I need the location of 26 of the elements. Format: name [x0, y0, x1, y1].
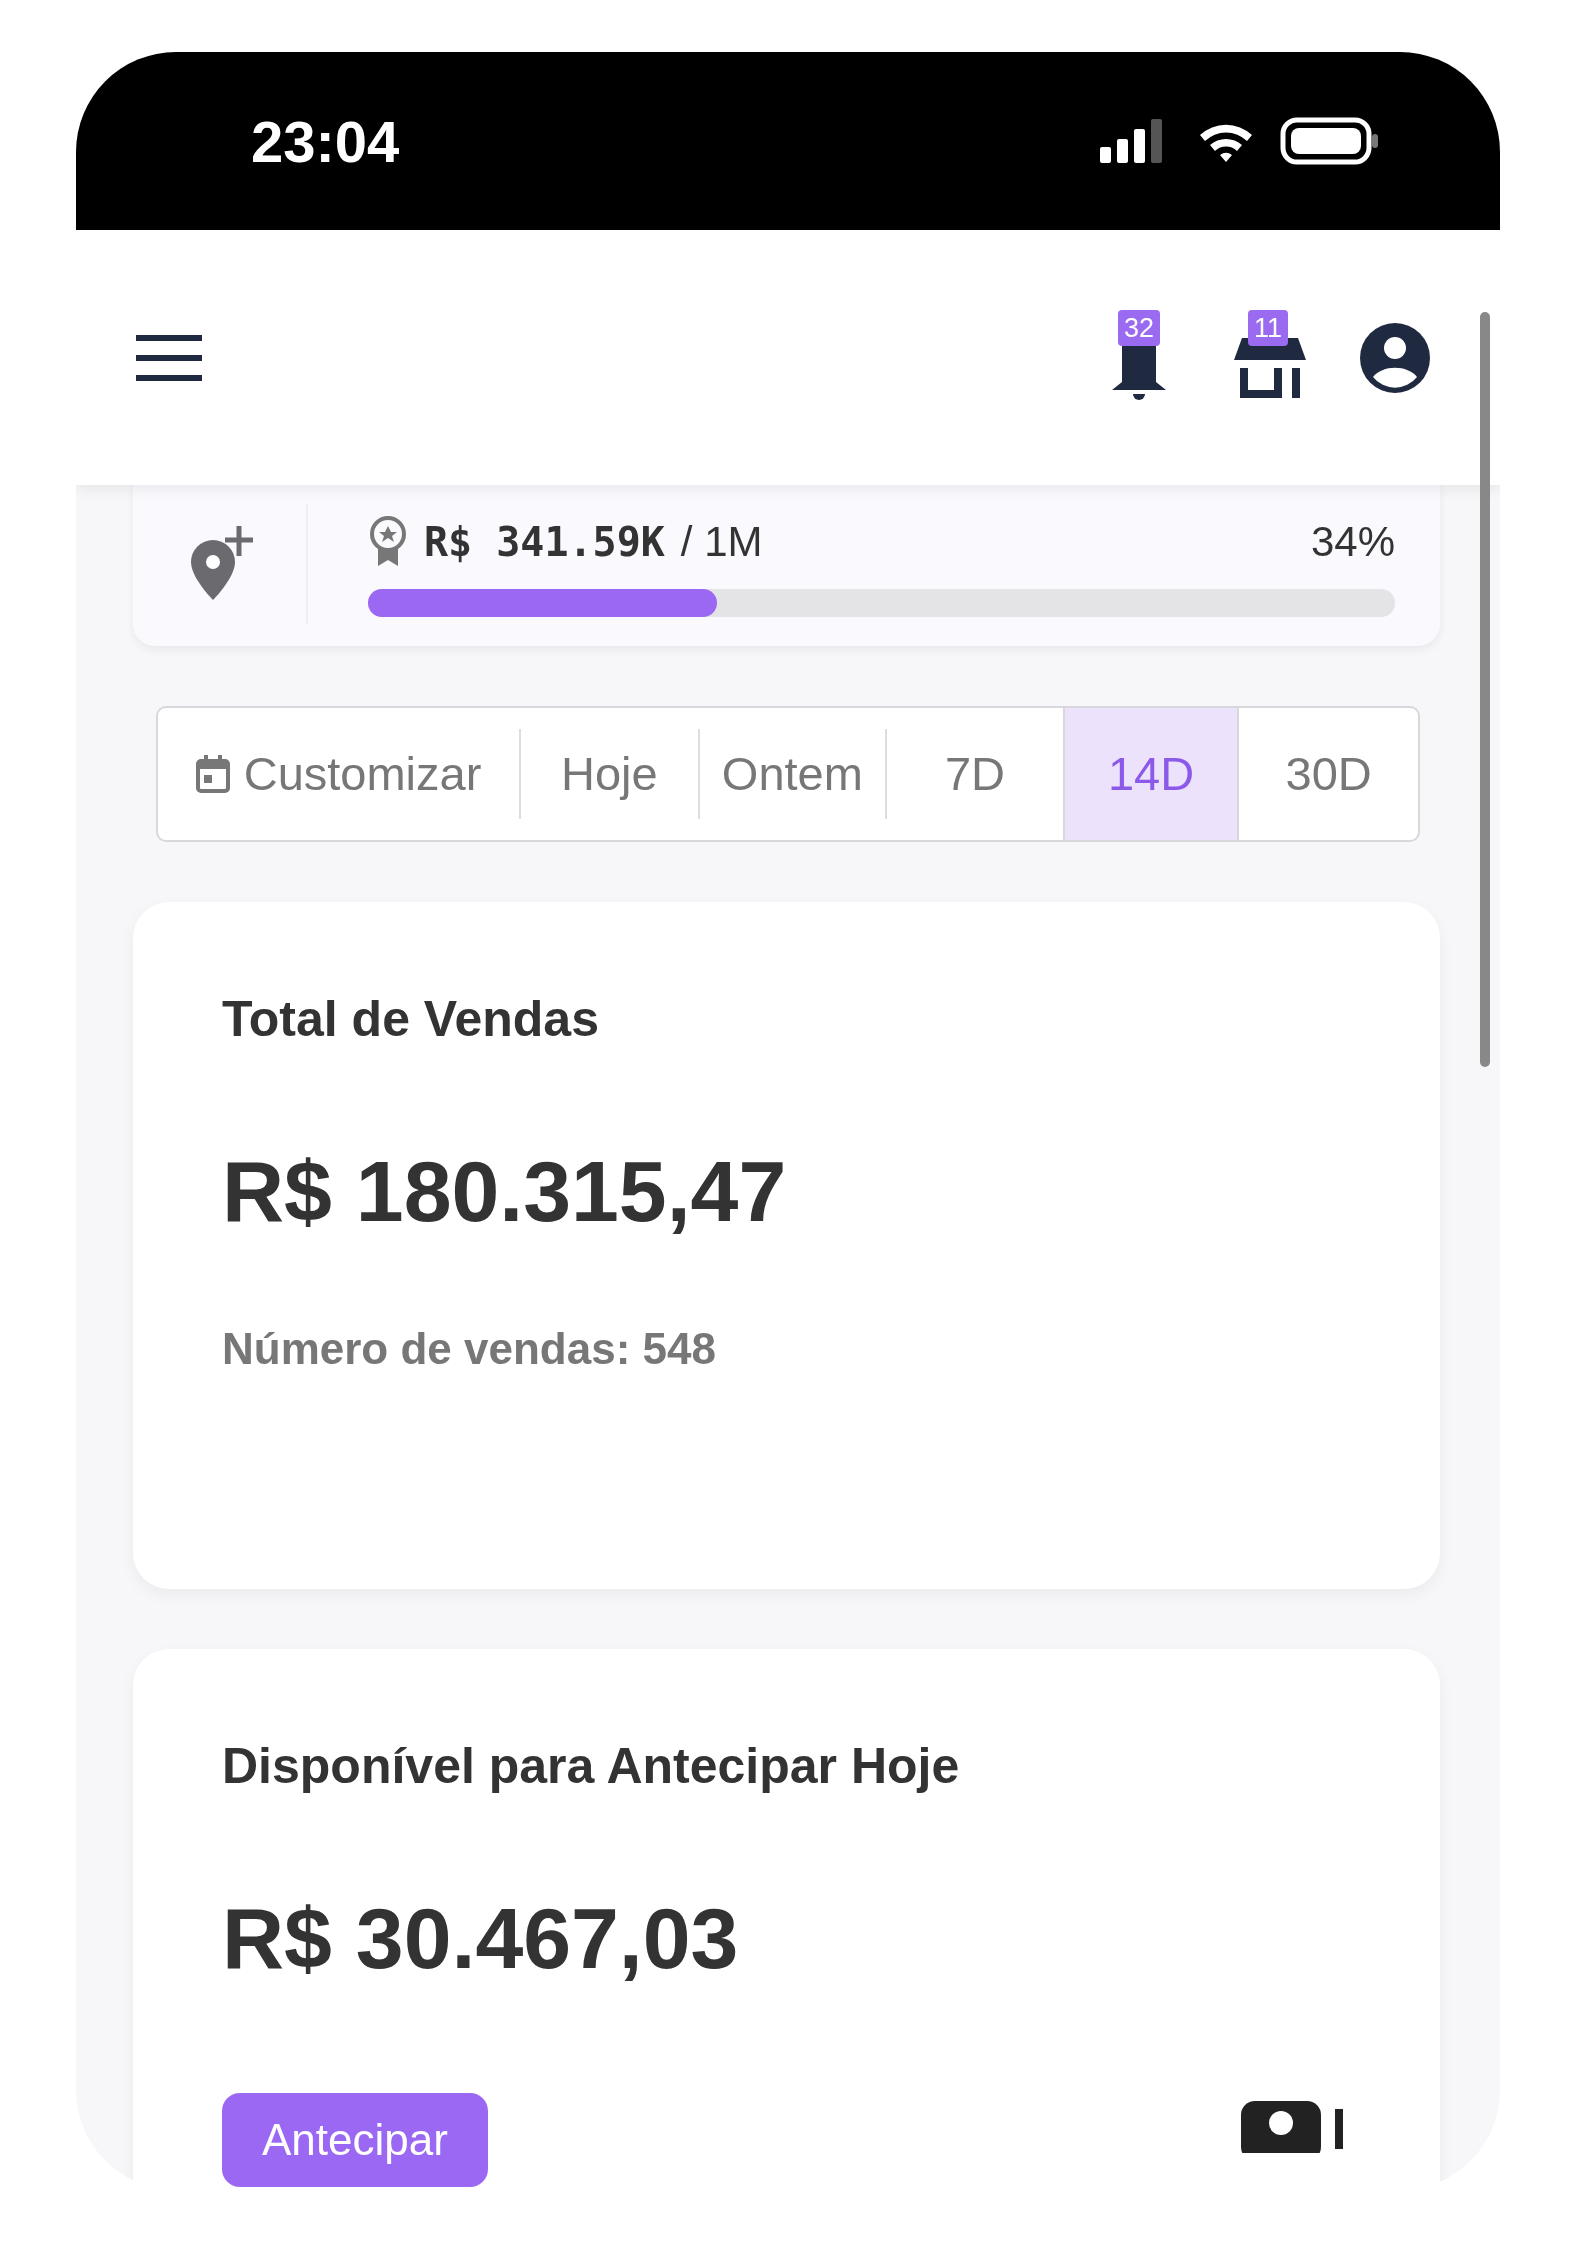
card-value: R$ 180.315,47: [222, 1142, 788, 1241]
period-tab[interactable]: 7D: [887, 708, 1063, 840]
period-tab[interactable]: 14D: [1062, 708, 1240, 840]
goal-amount: R$ 341.59K: [424, 517, 665, 567]
goal-target: / 1M: [680, 517, 763, 567]
store-button[interactable]: 11: [1230, 307, 1310, 408]
account-icon[interactable]: [1360, 322, 1430, 393]
period-tab[interactable]: Hoje: [521, 708, 698, 840]
card-title: Total de Vendas: [222, 990, 600, 1049]
period-tab[interactable]: 30D: [1239, 708, 1418, 840]
sales-count: Número de vendas: 548: [222, 1323, 717, 1375]
store-count: 11: [1248, 309, 1289, 346]
status-time: 23:04: [251, 107, 400, 176]
anticipate-button[interactable]: Antecipar: [222, 2093, 488, 2187]
calendar-icon: [195, 755, 230, 793]
battery-icon: [1280, 117, 1380, 165]
scrollbar[interactable]: [1480, 312, 1490, 1067]
notification-button[interactable]: 32: [1100, 307, 1180, 408]
menu-icon[interactable]: [136, 334, 202, 381]
card-value: R$ 30.467,03: [222, 1889, 740, 1988]
card-title: Disponível para Antecipar Hoje: [222, 1737, 961, 1796]
period-tab[interactable]: Customizar: [158, 708, 520, 840]
notification-count: 32: [1118, 309, 1161, 346]
goal-percent: 34%: [1310, 517, 1395, 567]
period-tab[interactable]: Ontem: [699, 708, 886, 840]
award-icon: [368, 515, 408, 568]
